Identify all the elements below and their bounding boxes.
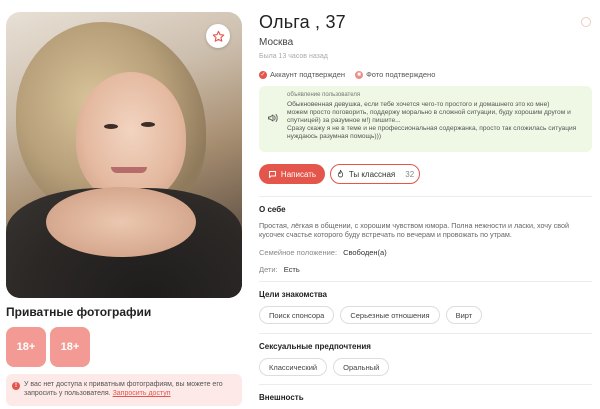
private-photos-title: Приватные фотографии: [6, 305, 152, 319]
private-access-note: ! У вас нет доступа к приватным фотограф…: [6, 374, 242, 406]
profile-name-age: Ольга , 37: [259, 12, 346, 32]
profile-photo[interactable]: [6, 12, 242, 298]
flame-icon: [337, 169, 343, 178]
about-text: Простая, лёгкая в общении, с хорошим чув…: [259, 221, 569, 239]
camera-icon: ■: [355, 70, 364, 79]
marital-status: Семейное положение: Свободен(а): [259, 248, 387, 257]
photo-face: [76, 72, 186, 202]
ad-text: Обыкновенная девушка, если тебе хочется …: [287, 101, 577, 140]
goals-title: Цели знакомства: [259, 290, 327, 299]
like-button[interactable]: Ты классная 32: [330, 164, 420, 184]
megaphone-icon: [268, 114, 278, 122]
private-photo-tile[interactable]: 18+: [50, 327, 90, 367]
last-seen: Была 13 часов назад: [259, 53, 328, 60]
write-message-label: Написать: [280, 169, 317, 179]
divider: [259, 281, 592, 282]
sexual-preferences-chips: Классический Оральный: [259, 358, 390, 376]
about-title: О себе: [259, 205, 286, 214]
like-count: 32: [405, 169, 415, 179]
sexual-preferences-title: Сексуальные предпочтения: [259, 342, 371, 351]
like-label: Ты классная: [348, 169, 396, 179]
private-photo-tile[interactable]: 18+: [6, 327, 46, 367]
photo-eye-left: [104, 124, 118, 129]
divider: [259, 196, 592, 197]
badge-label: Фото подтверждено: [366, 70, 436, 79]
user-ad: объявление пользователя Обыкновенная дев…: [259, 86, 592, 152]
divider: [259, 333, 592, 334]
preference-chip: Классический: [259, 358, 328, 376]
kids-status: Дети: Есть: [259, 265, 300, 274]
request-access-link[interactable]: Запросить доступ: [113, 390, 171, 397]
warning-icon: !: [12, 382, 20, 390]
account-verified-badge: ✓ Аккаунт подтвержден: [259, 70, 345, 79]
kids-label: Дети:: [259, 265, 278, 274]
photo-mouth: [111, 167, 147, 173]
goal-chip: Поиск спонсора: [259, 306, 335, 324]
photo-verified-badge: ■ Фото подтверждено: [355, 70, 435, 79]
verification-badges: ✓ Аккаунт подтвержден ■ Фото подтвержден…: [259, 70, 435, 79]
marital-value: Свободен(а): [343, 248, 387, 257]
preference-chip: Оральный: [333, 358, 390, 376]
profile-city: Москва: [259, 37, 294, 48]
divider: [259, 384, 592, 385]
kids-value: Есть: [283, 265, 300, 274]
star-icon: [212, 30, 224, 42]
goal-chip: Вирт: [445, 306, 483, 324]
favorite-button[interactable]: [206, 24, 230, 48]
check-icon: ✓: [259, 70, 267, 79]
goals-chips: Поиск спонсора Серьезные отношения Вирт: [259, 306, 483, 324]
chat-icon: [268, 170, 276, 178]
badge-label: Аккаунт подтвержден: [270, 70, 346, 79]
goal-chip: Серьезные отношения: [340, 306, 440, 324]
status-indicator: [581, 17, 591, 27]
photo-arm: [46, 187, 196, 257]
write-message-button[interactable]: Написать: [259, 164, 325, 184]
ad-title: объявление пользователя: [287, 92, 361, 98]
marital-label: Семейное положение:: [259, 248, 338, 257]
photo-eye-right: [141, 122, 155, 127]
appearance-title: Внешность: [259, 393, 304, 402]
